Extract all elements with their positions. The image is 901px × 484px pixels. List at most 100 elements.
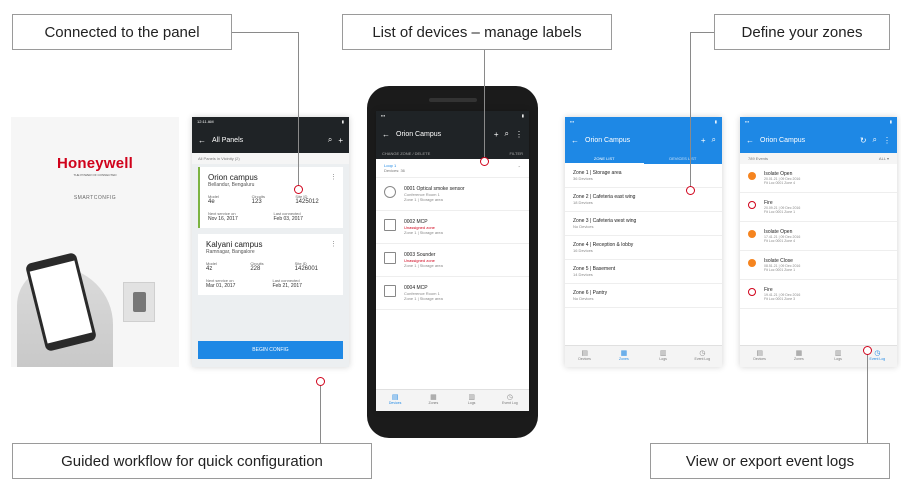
zone-row[interactable]: Zone 3 | Cafeteria west wing No Devices: [565, 212, 722, 236]
device-row[interactable]: 0001 Optical smoke sensor Conference Room…: [376, 178, 529, 211]
nav-zones[interactable]: ▦ Zones: [604, 346, 643, 367]
bottom-nav: ▤ Devices ▦ Zones ▥ Logs ◷ Event Log: [565, 345, 722, 367]
event-status-icon: [748, 230, 756, 238]
change-zone-delete-button[interactable]: CHANGE ZONE / DELETE: [382, 151, 430, 156]
event-row[interactable]: Isolate Open 17.41.21 | 09 Dec 2016 Fit Lo…: [740, 222, 897, 251]
nav-zones[interactable]: ▦ Zones: [779, 346, 818, 367]
device-row[interactable]: 0003 Sounder Unassigned zone Zone 1 | Stor…: [376, 244, 529, 277]
nav-zones[interactable]: ▦ Zones: [414, 390, 452, 411]
events-subbar: 789 Events ALL ▾: [740, 153, 897, 164]
nav-devices[interactable]: ▤ Devices: [376, 390, 414, 411]
event-status-icon: [748, 259, 756, 267]
event-filter[interactable]: ALL ▾: [879, 156, 889, 161]
event-location: Fit Loc 0001 Zone 4: [764, 239, 796, 243]
tab-zone-list[interactable]: ZONE LIST: [565, 153, 644, 164]
devices-icon: ▤: [581, 350, 588, 357]
zone-row[interactable]: Zone 6 | Pantry No Devices: [565, 284, 722, 308]
add-icon[interactable]: +: [494, 130, 499, 139]
nav-event-log[interactable]: ◷ Event Log: [683, 346, 722, 367]
app-bar: ← All Panels ⌕ +: [192, 127, 349, 153]
devices-icon: ▤: [756, 350, 763, 357]
loop-selector[interactable]: Loop 1 Devices: 36 ⌃: [376, 159, 529, 178]
smoke-sensor-icon: [384, 186, 396, 198]
callout-connected: Connected to the panel: [12, 14, 232, 50]
refresh-icon[interactable]: ↻: [860, 136, 867, 145]
device-row[interactable]: 0002 MCP Unassigned zone Zone 1 | Storage …: [376, 211, 529, 244]
more-icon[interactable]: ⋮: [883, 136, 891, 145]
devices-icon: ▤: [391, 394, 399, 401]
connector-line: [232, 32, 298, 33]
nav-event-log[interactable]: ◷ Event Log: [491, 390, 529, 411]
field-value: Nov 16, 2017: [208, 216, 238, 222]
app-name: SMARTCONFIG: [73, 195, 117, 201]
filter-button[interactable]: FILTER: [510, 151, 523, 156]
zones-screen: ▪▪▪ ▮ ← Orion Campus + ⌕ ZONE LIST DEVICE…: [565, 117, 722, 367]
status-bar: ▪▪▪ ▮: [740, 117, 897, 127]
event-location: Fit Loc 0001 Zone 4: [764, 181, 796, 185]
add-icon[interactable]: +: [701, 136, 706, 145]
device-row[interactable]: 0004 MCP Conference Room 1 Zone 1 | Storag…: [376, 277, 529, 310]
event-row[interactable]: Isolate Open 20.01.21 | 09 Dec 2016 Fit Lo…: [740, 164, 897, 193]
callout-marker: [480, 157, 489, 166]
device-detail: Zone 1 | Storage area: [404, 197, 443, 202]
app-bar: ← Orion Campus + ⌕: [565, 127, 722, 153]
zone-count: 36 Devices: [573, 176, 593, 181]
begin-config-button[interactable]: BEGIN CONFIG: [198, 341, 343, 359]
battery-icon: ▮: [521, 113, 524, 118]
event-row[interactable]: Fire 19.41.21 | 09 Dec 2016 Fit Loc 0001 Z…: [740, 280, 897, 309]
connector-line: [484, 50, 485, 158]
search-icon[interactable]: ⌕: [328, 135, 332, 145]
connector-line: [867, 354, 868, 443]
nav-logs[interactable]: ▥ Logs: [453, 390, 491, 411]
tab-devices-list[interactable]: DEVICES LIST: [644, 153, 723, 164]
zone-tabs: ZONE LIST DEVICES LIST: [565, 153, 722, 164]
search-icon[interactable]: ⌕: [505, 129, 509, 139]
panel-card-kalyani[interactable]: ⋮ Kalyani campus Ramnagar, Bangalore Mod…: [198, 234, 343, 295]
field-value: 4z: [206, 266, 213, 272]
field-value: Feb 03, 2017: [273, 216, 303, 222]
event-row[interactable]: Isolate Close 08.51.21 | 09 Dec 2016 Fit L…: [740, 251, 897, 280]
nav-logs[interactable]: ▥ Logs: [644, 346, 683, 367]
nav-logs[interactable]: ▥ Logs: [819, 346, 858, 367]
callout-zones: Define your zones: [714, 14, 890, 50]
nav-devices[interactable]: ▤ Devices: [565, 346, 604, 367]
battery-icon: ▮: [714, 119, 717, 124]
zone-count: 18 Devices: [573, 200, 593, 205]
panel-card-orion[interactable]: ⋮ Orion campus Bellandur, Bengaluru Mode…: [198, 167, 343, 228]
panel-location: Ramnagar, Bangalore: [206, 249, 255, 255]
status-bar: ▪▪▪ ▮: [565, 117, 722, 127]
zone-row[interactable]: Zone 5 | Basement 14 Devices: [565, 260, 722, 284]
battery-icon: ▮: [889, 119, 892, 124]
callout-marker: [294, 185, 303, 194]
page-title: Orion Campus: [396, 130, 442, 138]
honeywell-logo: Honeywell: [57, 155, 133, 172]
logs-icon: ▥: [834, 350, 842, 357]
fire-panel-illustration: [123, 282, 155, 322]
callout-logs: View or export event logs: [650, 443, 890, 479]
add-icon[interactable]: +: [338, 136, 343, 145]
back-arrow-icon[interactable]: ←: [571, 136, 579, 145]
page-title: Orion Campus: [585, 136, 631, 144]
zone-row[interactable]: Zone 1 | Storage area 36 Devices: [565, 164, 722, 188]
nav-devices[interactable]: ▤ Devices: [740, 346, 779, 367]
event-row[interactable]: Fire 20.09.21 | 09 Dec 2016 Fit Loc 0001 Z…: [740, 193, 897, 222]
callout-marker: [686, 186, 695, 195]
event-location: Fit Loc 0001 Zone 1: [764, 268, 796, 272]
zone-row[interactable]: Zone 4 | Reception & lobby 16 Devices: [565, 236, 722, 260]
more-icon[interactable]: ⋮: [330, 173, 337, 181]
panels-screen: 12:11 AM ▮ ← All Panels ⌕ + All Panels in…: [192, 117, 349, 367]
back-arrow-icon[interactable]: ←: [198, 136, 206, 145]
fire-icon: [748, 288, 756, 296]
panel-name: Orion campus: [208, 173, 258, 182]
zone-row[interactable]: Zone 2 | Cafeteria east wing 18 Devices: [565, 188, 722, 212]
back-arrow-icon[interactable]: ←: [746, 136, 754, 145]
back-arrow-icon[interactable]: ←: [382, 130, 390, 139]
event-location: Fit Loc 0001 Zone 3: [764, 297, 796, 301]
more-icon[interactable]: ⋮: [515, 130, 523, 139]
field-value: Feb 21, 2017: [272, 283, 302, 289]
more-icon[interactable]: ⋮: [330, 240, 337, 248]
event-status-icon: [748, 172, 756, 180]
search-icon[interactable]: ⌕: [712, 135, 716, 145]
chevron-up-icon[interactable]: ⌃: [518, 165, 521, 170]
search-icon[interactable]: ⌕: [873, 135, 877, 145]
